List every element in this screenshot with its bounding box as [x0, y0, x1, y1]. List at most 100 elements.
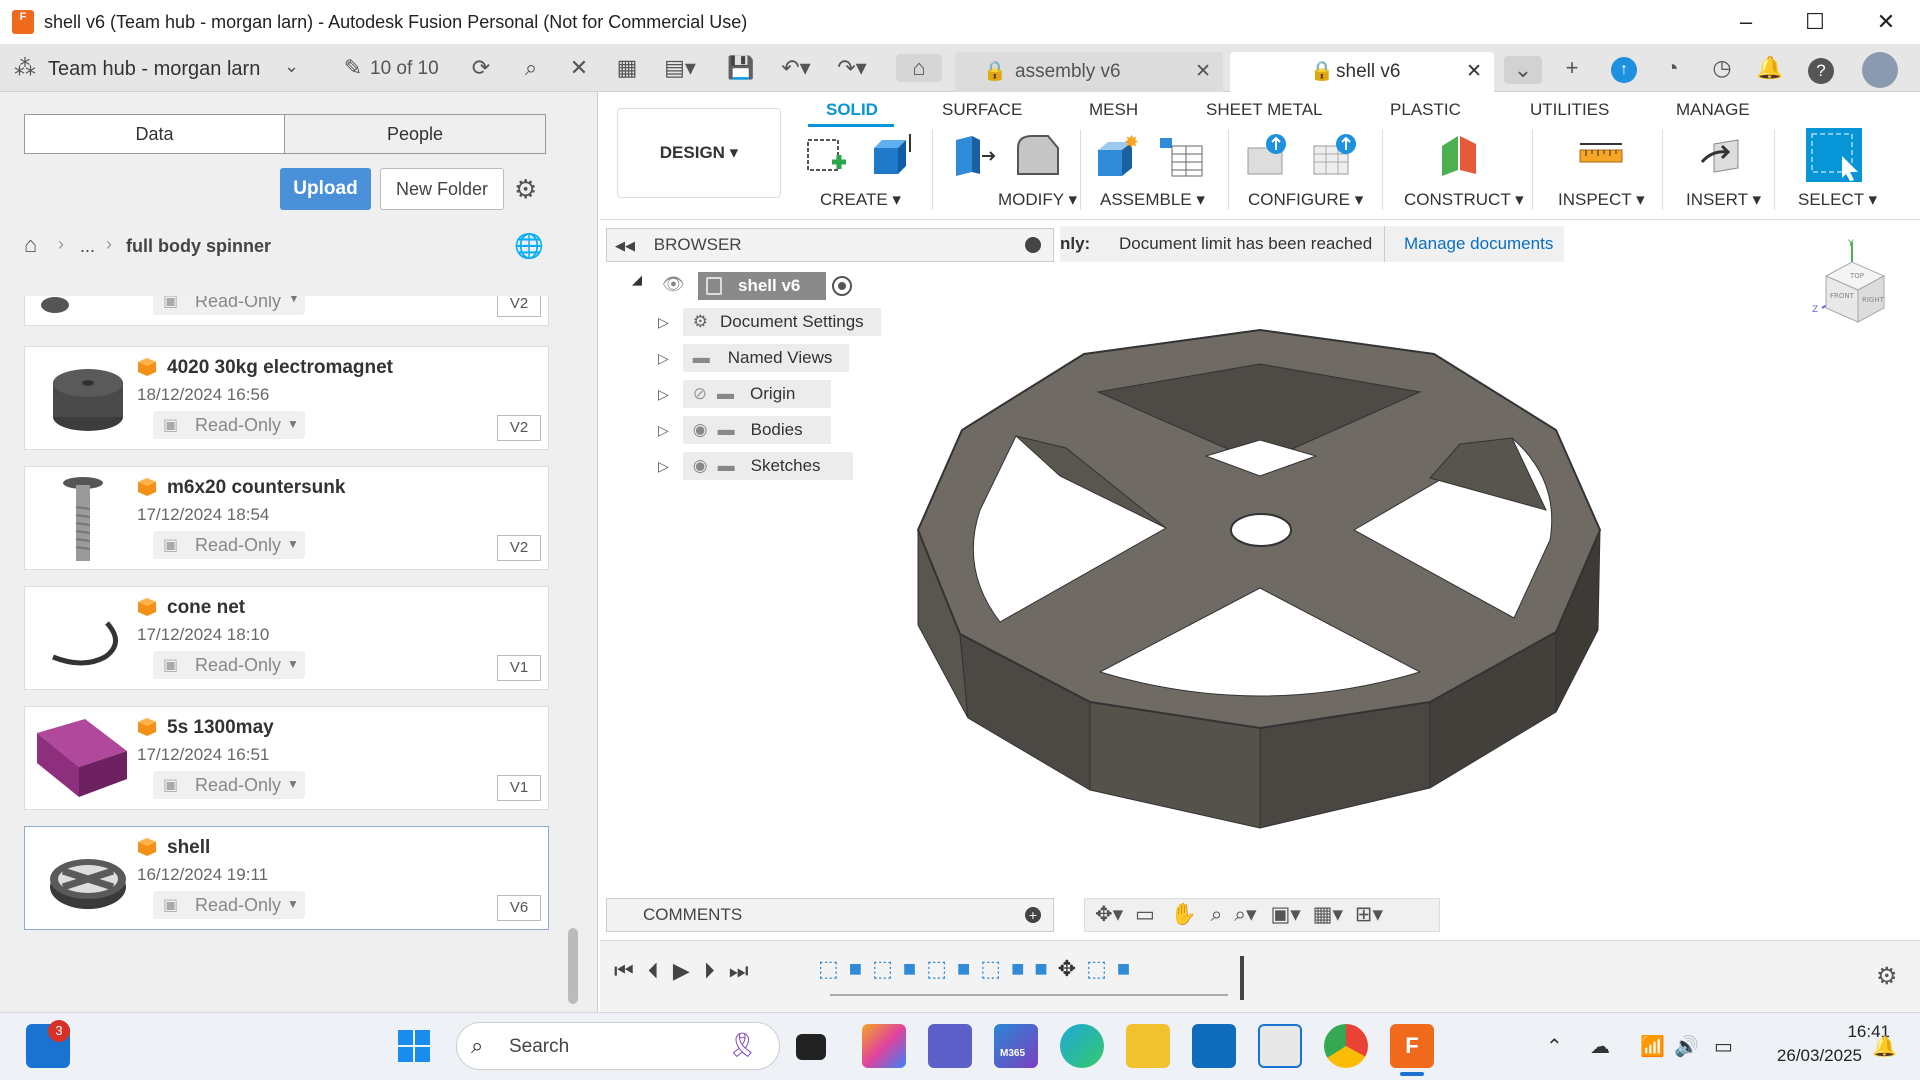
file-explorer-icon[interactable] — [1126, 1024, 1170, 1068]
tab-surface[interactable]: SURFACE — [942, 100, 1022, 120]
expand-arrow-icon[interactable]: ▷ — [658, 422, 669, 438]
clock-date[interactable]: 26/03/2025 — [1762, 1046, 1862, 1066]
browser-item-document-settings[interactable]: ▷ ⚙ Document Settings — [658, 308, 881, 336]
extrude-feature-icon[interactable]: ■ — [957, 956, 980, 981]
team-icon[interactable]: ⁂ — [10, 54, 40, 82]
display-settings-icon[interactable]: ▣▾ — [1270, 903, 1300, 926]
fillet-icon[interactable] — [1014, 132, 1060, 178]
version-select[interactable]: V1 — [497, 655, 541, 681]
eye-icon[interactable]: ◉ — [693, 456, 708, 475]
save-icon[interactable]: 💾 — [726, 54, 756, 82]
comments-panel[interactable]: COMMENTS + — [606, 898, 1054, 932]
construct-menu[interactable]: CONSTRUCT ▾ — [1404, 190, 1524, 210]
windows-start-icon[interactable] — [396, 1028, 432, 1064]
play-icon[interactable]: ▶ — [673, 958, 704, 983]
select-icon[interactable] — [1806, 128, 1862, 182]
chevron-down-icon[interactable]: ⌄ — [284, 56, 299, 77]
tab-manage[interactable]: MANAGE — [1676, 100, 1750, 120]
sketch-feature-icon[interactable]: ⬚ — [818, 956, 849, 981]
insert-icon[interactable] — [1698, 132, 1744, 178]
timeline-marker[interactable] — [1240, 956, 1244, 1000]
close-tab-icon[interactable]: ✕ — [1466, 52, 1482, 92]
new-tab-icon[interactable]: + — [1554, 54, 1590, 82]
hidden-eye-icon[interactable]: ⊘ — [693, 384, 707, 403]
file-name[interactable]: 5s 1300may — [167, 717, 274, 739]
step-back-icon[interactable]: ⏴ — [648, 958, 673, 983]
gear-icon[interactable]: ⚙ — [514, 174, 537, 205]
select-menu[interactable]: SELECT ▾ — [1798, 190, 1877, 210]
globe-icon[interactable]: 🌐 — [514, 232, 544, 261]
file-card[interactable]: Read-Only ▣ ▼ V2 — [24, 296, 549, 326]
notifications-icon[interactable]: 🔔 — [1754, 54, 1786, 82]
view-cube[interactable]: TOP FRONT RIGHT Z Y — [1804, 238, 1904, 338]
timeline-settings-icon[interactable]: ⚙ — [1876, 962, 1898, 991]
volume-icon[interactable]: 🔊 — [1674, 1034, 1699, 1059]
pan-icon[interactable]: ✋ — [1171, 903, 1197, 926]
history-icon[interactable]: ◷ — [1706, 54, 1738, 82]
new-folder-button[interactable]: New Folder — [380, 168, 504, 210]
home-icon[interactable]: ⌂ — [896, 54, 942, 82]
browser-item-origin[interactable]: ▷ ⊘ ▬ Origin — [658, 380, 831, 408]
browser-header[interactable]: ◀◀ BROWSER — [606, 228, 1054, 262]
close-panel-icon[interactable]: ✕ — [564, 54, 594, 82]
minimize-panel-icon[interactable] — [1025, 237, 1041, 253]
close-window-button[interactable]: ✕ — [1866, 8, 1906, 36]
create-menu[interactable]: CREATE ▾ — [820, 190, 901, 210]
extrude-feature-icon[interactable]: ■ — [1117, 956, 1140, 981]
extrude-icon[interactable] — [868, 132, 914, 178]
file-card[interactable]: cone net 17/12/2024 18:10 Read-Only ▣ ▼ … — [24, 586, 549, 690]
file-name[interactable]: m6x20 countersunk — [167, 477, 345, 499]
microsoft-store-icon[interactable] — [1258, 1024, 1302, 1068]
grid-settings-icon[interactable]: ▦▾ — [1313, 903, 1343, 926]
browser-item-named-views[interactable]: ▷ ▬ Named Views — [658, 344, 849, 372]
configure-menu[interactable]: CONFIGURE ▾ — [1248, 190, 1363, 210]
version-select[interactable]: V2 — [497, 535, 541, 561]
workspace-switcher[interactable]: DESIGN ▾ — [617, 108, 781, 198]
construct-plane-icon[interactable] — [1436, 132, 1482, 178]
redo-icon[interactable]: ↷▾ — [832, 54, 872, 82]
home-icon[interactable]: ⌂ — [24, 232, 37, 258]
expand-arrow-icon[interactable]: ▷ — [658, 386, 669, 402]
assemble-menu[interactable]: ASSEMBLE ▾ — [1100, 190, 1205, 210]
expand-arrow-icon[interactable]: ◢ — [632, 272, 642, 288]
tab-assembly-v6[interactable]: 🔒 assembly v6 ✕ — [955, 52, 1223, 92]
file-menu-icon[interactable]: ▤▾ — [660, 54, 700, 82]
extrude-feature-icon[interactable]: ■ — [1034, 956, 1057, 981]
copilot-icon[interactable] — [862, 1024, 906, 1068]
zoom-window-icon[interactable]: ⌕▾ — [1234, 903, 1256, 926]
collapse-icon[interactable]: ◀◀ — [615, 238, 635, 253]
version-select[interactable]: V2 — [497, 415, 541, 441]
document-count[interactable]: 10 of 10 — [370, 58, 439, 80]
tab-shell-v6[interactable]: 🔒 shell v6 ✕ — [1230, 52, 1494, 92]
extrude-feature-icon[interactable]: ■ — [849, 956, 872, 981]
close-tab-icon[interactable]: ✕ — [1195, 52, 1211, 92]
browser-item-bodies[interactable]: ▷ ◉ ▬ Bodies — [658, 416, 831, 444]
scrollbar-thumb[interactable] — [568, 928, 578, 1004]
go-to-start-icon[interactable]: ⏮ — [614, 958, 648, 983]
taskbar-search[interactable]: ⌕ Search 🎗 — [456, 1022, 780, 1070]
undo-icon[interactable]: ↶▾ — [776, 54, 816, 82]
outlook-icon[interactable] — [1192, 1024, 1236, 1068]
sketch-feature-icon[interactable]: ⬚ — [872, 956, 903, 981]
tab-solid[interactable]: SOLID — [826, 100, 878, 120]
notifications-icon[interactable]: 🔔 — [1872, 1034, 1897, 1059]
eye-icon[interactable]: 👁 — [662, 274, 685, 295]
version-select[interactable]: V2 — [497, 296, 541, 317]
eye-icon[interactable]: ◉ — [693, 420, 708, 439]
help-icon[interactable]: ? — [1808, 58, 1834, 84]
tab-overflow-icon[interactable]: ⌄ — [1504, 56, 1542, 84]
sketch-feature-icon[interactable]: ⬚ — [1086, 956, 1117, 981]
search-icon[interactable]: ⌕ — [516, 54, 546, 82]
file-card[interactable]: m6x20 countersunk 17/12/2024 18:54 Read-… — [24, 466, 549, 570]
hub-name[interactable]: Team hub - morgan larn — [48, 58, 260, 81]
onedrive-icon[interactable]: ☁ — [1590, 1034, 1610, 1059]
fusion-taskbar-icon[interactable]: F — [1390, 1024, 1434, 1068]
shell-3d-model[interactable] — [900, 320, 1620, 840]
expand-arrow-icon[interactable]: ▷ — [658, 350, 669, 366]
modify-menu[interactable]: MODIFY ▾ — [998, 190, 1077, 210]
file-name[interactable]: cone net — [167, 597, 245, 619]
battery-icon[interactable]: ▭ — [1714, 1034, 1733, 1059]
breadcrumb-ellipsis[interactable]: ... — [80, 236, 95, 257]
file-card[interactable]: 5s 1300may 17/12/2024 16:51 Read-Only ▣ … — [24, 706, 549, 810]
view-cube-icon[interactable]: TOP FRONT RIGHT Z Y — [1804, 238, 1904, 338]
